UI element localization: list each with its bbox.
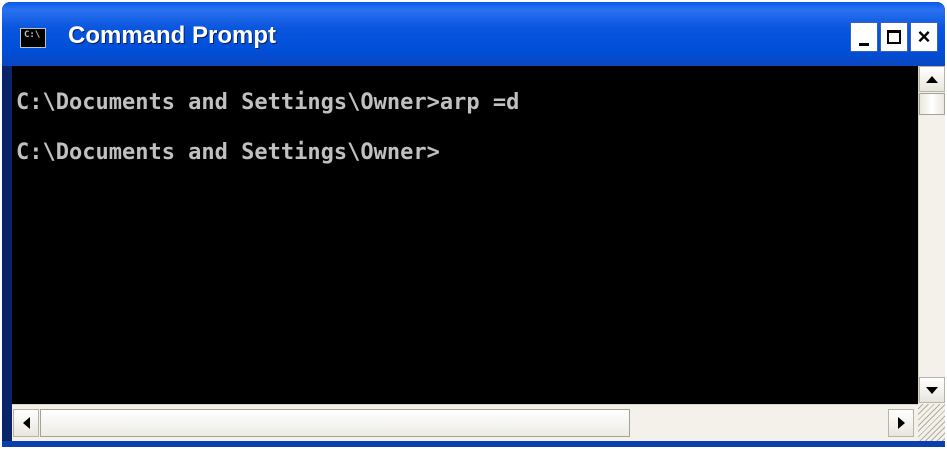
- vertical-scroll-thumb[interactable]: [919, 93, 945, 115]
- scroll-down-button[interactable]: [919, 377, 945, 403]
- maximize-button[interactable]: [880, 22, 908, 52]
- window-title: Command Prompt: [68, 22, 277, 49]
- horizontal-scrollbar[interactable]: [12, 404, 918, 441]
- close-button[interactable]: ×: [910, 22, 938, 52]
- horizontal-scroll-thumb[interactable]: [40, 409, 630, 437]
- console-app-icon[interactable]: C:\: [20, 28, 46, 48]
- title-bar[interactable]: C:\ Command Prompt ×: [2, 2, 945, 66]
- arrow-up-icon: [926, 75, 938, 83]
- minimize-button[interactable]: [850, 22, 878, 52]
- vertical-scrollbar[interactable]: [918, 66, 945, 404]
- close-icon: ×: [917, 24, 931, 49]
- arrow-left-icon: [22, 417, 30, 429]
- resize-grip[interactable]: [918, 404, 945, 441]
- scroll-right-button[interactable]: [888, 409, 914, 437]
- maximize-icon: [887, 30, 901, 44]
- console-line: C:\Documents and Settings\Owner>: [16, 140, 440, 165]
- scroll-left-button[interactable]: [13, 409, 39, 437]
- command-prompt-window: C:\ Command Prompt × C:\Documents and Se…: [2, 2, 945, 447]
- arrow-down-icon: [926, 386, 938, 394]
- minimize-icon: [859, 42, 869, 46]
- arrow-right-icon: [897, 417, 905, 429]
- console-output[interactable]: C:\Documents and Settings\Owner>arp =d C…: [12, 66, 918, 404]
- scroll-up-button[interactable]: [919, 66, 945, 92]
- console-app-icon-text: C:\: [24, 30, 41, 40]
- window-bottom-border: [2, 441, 945, 447]
- console-line: C:\Documents and Settings\Owner>arp =d: [16, 90, 520, 115]
